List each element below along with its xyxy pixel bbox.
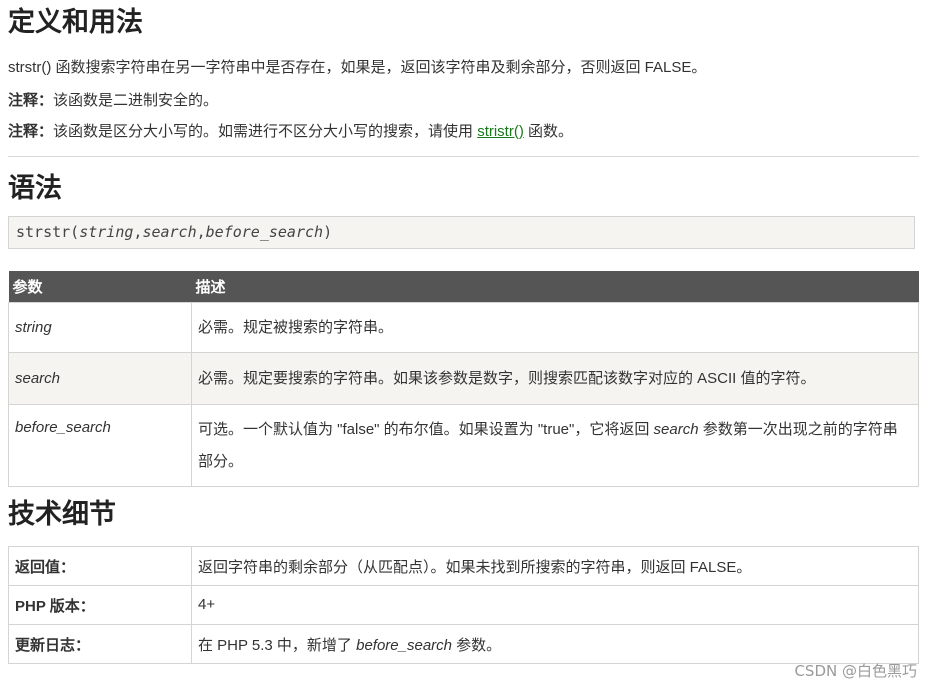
syntax-arg: search [142, 223, 197, 241]
param-name: string [8, 302, 192, 353]
table-row: string 必需。规定被搜索的字符串。 [8, 302, 919, 353]
desc-emphasis: search [653, 420, 699, 438]
table-row: 返回值： 返回字符串的剩余部分（从匹配点）。如果未找到所搜索的字符串，则返回 F… [8, 546, 919, 586]
stristr-link[interactable]: stristr() [477, 123, 524, 140]
param-desc: 可选。一个默认值为 "false" 的布尔值。如果设置为 "true"，它将返回… [191, 404, 919, 487]
detail-value: 返回字符串的剩余部分（从匹配点）。如果未找到所搜索的字符串，则返回 FALSE。 [191, 546, 919, 586]
header-param: 参数 [8, 271, 192, 303]
section-title-definition: 定义和用法 [8, 7, 143, 38]
detail-key: PHP 版本： [8, 585, 192, 625]
detail-value: 4+ [191, 585, 919, 625]
table-row: search 必需。规定要搜索的字符串。如果该参数是数字，则搜索匹配该数字对应的… [8, 352, 919, 405]
note-text: 该函数是二进制安全的。 [53, 92, 219, 109]
section-title-syntax: 语法 [8, 173, 62, 204]
table-row: PHP 版本： 4+ [8, 585, 919, 625]
technical-details-table: 返回值： 返回字符串的剩余部分（从匹配点）。如果未找到所搜索的字符串，则返回 F… [8, 546, 919, 664]
parameters-table: 参数 描述 string 必需。规定被搜索的字符串。 search 必需。规定要… [8, 271, 919, 487]
param-name: search [8, 352, 192, 405]
header-desc: 描述 [191, 271, 919, 303]
note-text: 该函数是区分大小写的。如需进行不区分大小写的搜索，请使用 [53, 123, 478, 140]
syntax-close: ) [323, 223, 333, 241]
note-label: 注释： [8, 92, 54, 109]
value-text-after: 参数。 [452, 636, 502, 654]
value-text: 在 PHP 5.3 中，新增了 [198, 636, 357, 654]
note-case-sensitive: 注释：该函数是区分大小写的。如需进行不区分大小写的搜索，请使用 stristr(… [8, 121, 573, 143]
syntax-arg: string [79, 223, 134, 241]
table-header-row: 参数 描述 [8, 271, 919, 303]
detail-key: 返回值： [8, 546, 192, 586]
table-row: before_search 可选。一个默认值为 "false" 的布尔值。如果设… [8, 404, 919, 487]
table-row: 更新日志： 在 PHP 5.3 中，新增了 before_search 参数。 [8, 624, 919, 664]
syntax-arg: before_search [205, 223, 324, 241]
detail-key: 更新日志： [8, 624, 192, 664]
csdn-watermark: CSDN @白色黑巧 [794, 662, 917, 680]
detail-value: 在 PHP 5.3 中，新增了 before_search 参数。 [191, 624, 919, 664]
definition-paragraph: strstr() 函数搜索字符串在另一字符串中是否存在，如果是，返回该字符串及剩… [8, 59, 707, 76]
note-label: 注释： [8, 123, 54, 140]
param-desc: 必需。规定被搜索的字符串。 [191, 302, 919, 353]
divider [8, 156, 919, 157]
desc-text: 可选。一个默认值为 "false" 的布尔值。如果设置为 "true"，它将返回 [198, 420, 654, 438]
note-text-after: 函数。 [523, 123, 574, 140]
param-name: before_search [8, 404, 192, 487]
note-binary-safe: 注释：该函数是二进制安全的。 [8, 90, 218, 112]
value-emphasis: before_search [356, 636, 453, 654]
syntax-fn: strstr( [16, 223, 80, 241]
section-title-technical: 技术细节 [8, 499, 116, 530]
syntax-code-block: strstr(string,search,before_search) [8, 216, 915, 249]
syntax-sep: , [196, 223, 206, 241]
param-desc: 必需。规定要搜索的字符串。如果该参数是数字，则搜索匹配该数字对应的 ASCII … [191, 352, 919, 405]
